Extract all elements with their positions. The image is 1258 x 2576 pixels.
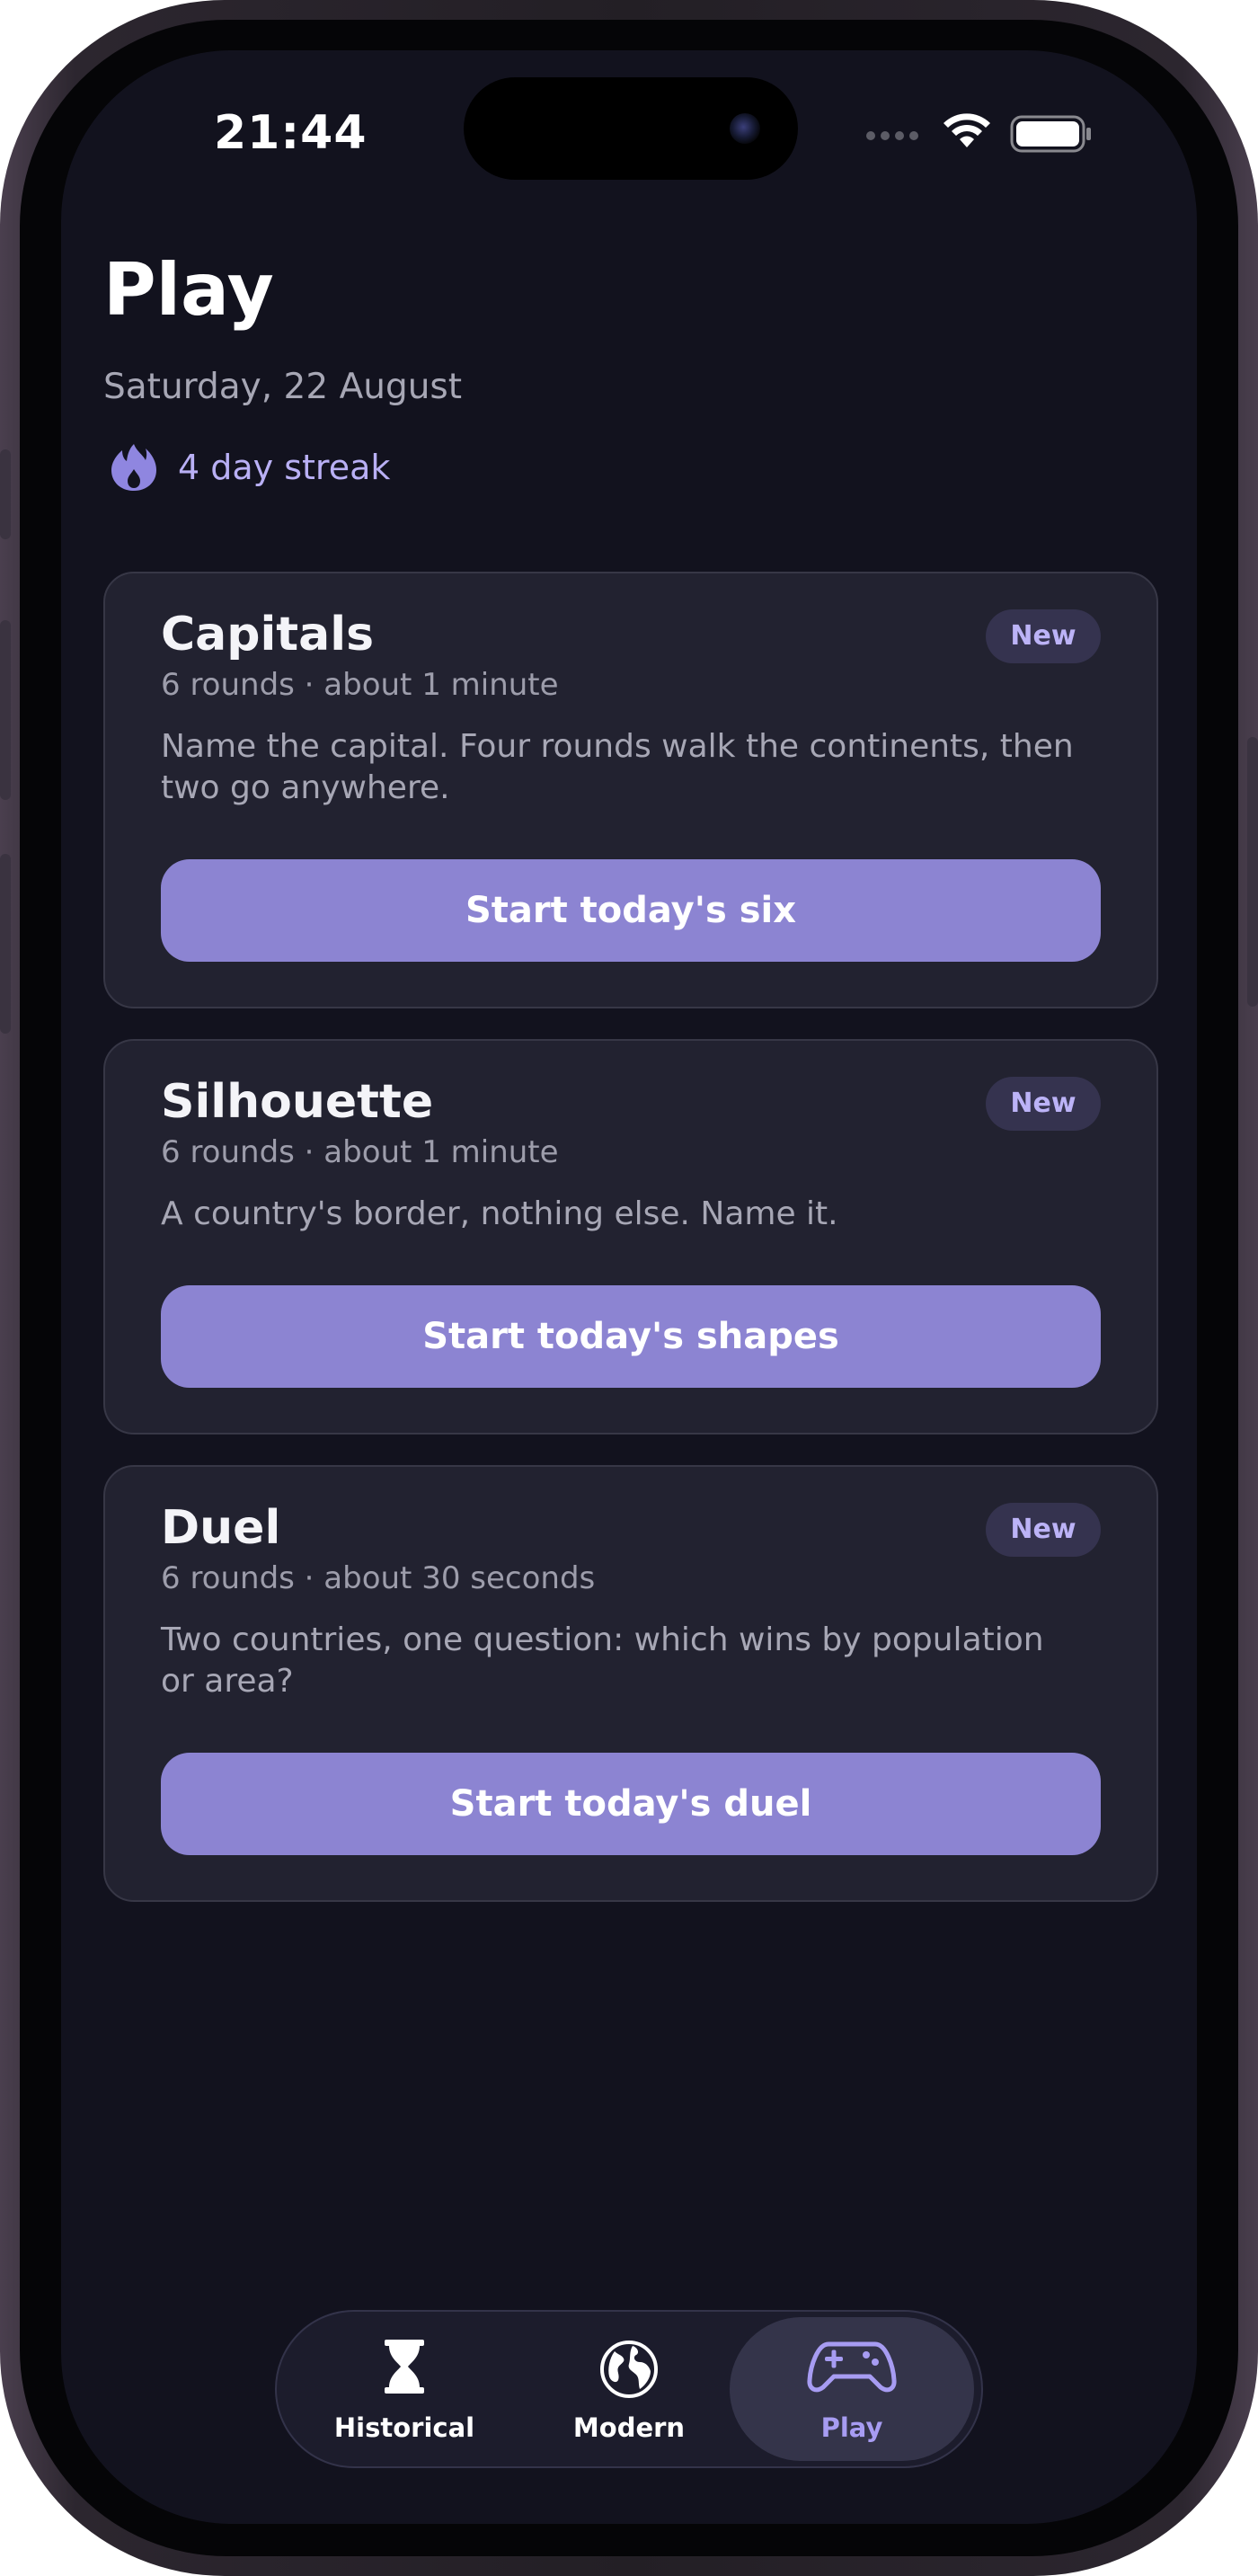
card-meta: 6 rounds · about 1 minute: [161, 1134, 559, 1170]
tab-label: Modern: [572, 2412, 686, 2443]
globe-icon: [600, 2341, 658, 2398]
card-title: Duel: [161, 1501, 281, 1555]
status-time: 21:44: [214, 106, 368, 160]
battery-icon: [1010, 115, 1091, 153]
start-silhouette-button[interactable]: Start today's shapes: [161, 1285, 1101, 1388]
tab-historical[interactable]: Historical: [282, 2312, 527, 2466]
wifi-icon: [944, 113, 990, 147]
tab-label: Historical: [333, 2412, 475, 2443]
tab-play[interactable]: Play: [730, 2317, 974, 2461]
volume-down-button: [0, 854, 11, 1034]
screen: 21:44 Play Saturday, 22 August 4 day str…: [61, 50, 1197, 2524]
card-title: Silhouette: [161, 1075, 434, 1129]
tab-modern[interactable]: Modern: [507, 2312, 751, 2466]
start-capitals-button[interactable]: Start today's six: [161, 859, 1101, 962]
card-description: Name the capital. Four rounds walk the c…: [161, 728, 1074, 806]
action-button: [0, 449, 11, 539]
cellular-signal-icon: [866, 131, 918, 140]
gamepad-icon: [807, 2341, 897, 2393]
page-title: Play: [103, 248, 274, 332]
start-duel-button[interactable]: Start today's duel: [161, 1753, 1101, 1855]
flame-icon: [111, 444, 156, 491]
tab-bar: Historical Modern Play: [275, 2310, 983, 2468]
status-indicators: [866, 111, 1100, 156]
tab-label: Play: [820, 2412, 883, 2443]
game-card-capitals: Capitals 6 rounds · about 1 minute New N…: [103, 572, 1158, 1008]
streak-indicator: 4 day streak: [110, 442, 390, 493]
new-badge: New: [986, 609, 1101, 663]
hourglass-icon: [385, 2340, 424, 2394]
new-badge: New: [986, 1503, 1101, 1557]
dynamic-island: [464, 77, 798, 180]
date-label: Saturday, 22 August: [103, 367, 463, 407]
volume-up-button: [0, 620, 11, 800]
streak-label: 4 day streak: [178, 448, 391, 487]
new-badge: New: [986, 1077, 1101, 1131]
card-meta: 6 rounds · about 30 seconds: [161, 1560, 596, 1596]
card-description: Two countries, one question: which wins …: [161, 1621, 1044, 1700]
card-title: Capitals: [161, 608, 375, 662]
game-card-silhouette: Silhouette 6 rounds · about 1 minute New…: [103, 1039, 1158, 1435]
phone-frame: 21:44 Play Saturday, 22 August 4 day str…: [0, 0, 1258, 2576]
front-camera: [730, 113, 760, 144]
power-button: [1247, 737, 1258, 1007]
card-description: A country's border, nothing else. Name i…: [161, 1195, 838, 1232]
card-meta: 6 rounds · about 1 minute: [161, 667, 559, 703]
game-card-duel: Duel 6 rounds · about 30 seconds New Two…: [103, 1465, 1158, 1902]
